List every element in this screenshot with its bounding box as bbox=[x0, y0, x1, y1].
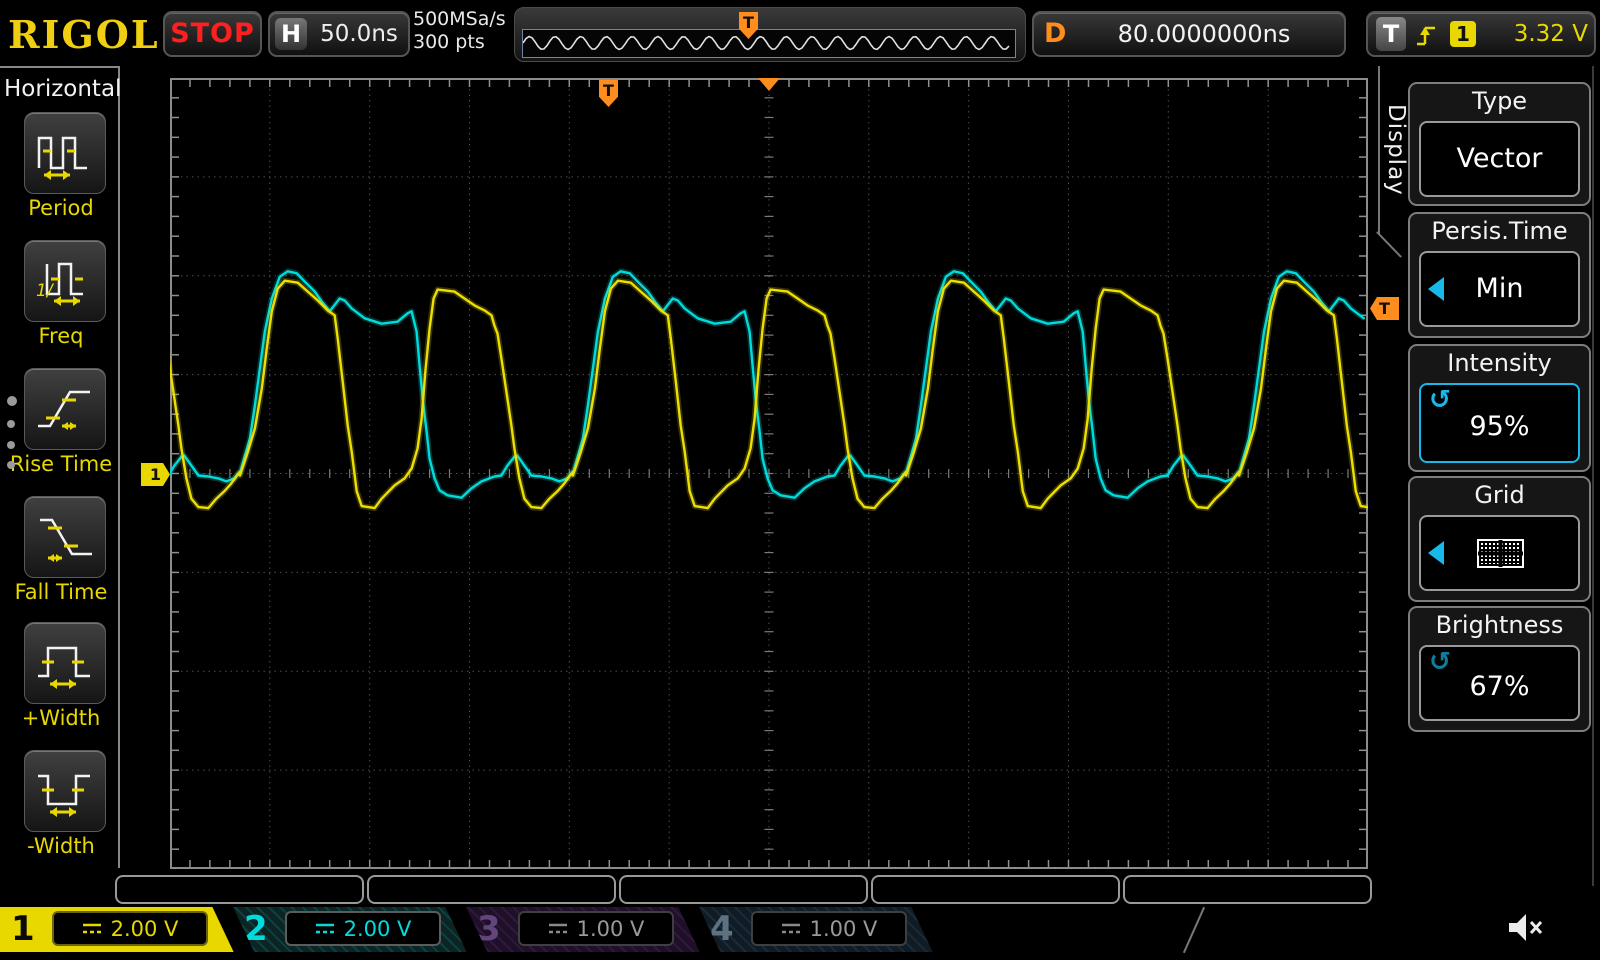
rigol-logo: RIGOL bbox=[8, 12, 160, 57]
channel1-status[interactable]: 1 2.00 V bbox=[0, 907, 236, 952]
menu-divider bbox=[1378, 66, 1380, 234]
trigger-level-marker[interactable]: T bbox=[1370, 297, 1399, 320]
delay-d-icon: D bbox=[1044, 13, 1066, 55]
trigger-level-value: 3.32 V bbox=[1480, 13, 1588, 55]
freq-button[interactable]: 1/ bbox=[24, 240, 106, 322]
menu-label-brightness: Brightness bbox=[1410, 611, 1589, 639]
channel3-number: 3 bbox=[477, 909, 501, 949]
freq-icon: 1/ bbox=[34, 252, 96, 310]
trigger-t-icon: T bbox=[1376, 17, 1406, 51]
speaker-muted-icon[interactable] bbox=[1506, 911, 1548, 945]
menu-value-type: Vector bbox=[1421, 123, 1578, 195]
menu-label-grid: Grid bbox=[1410, 481, 1589, 509]
channel2-status[interactable]: 2 2.00 V bbox=[233, 907, 469, 952]
acquisition-info: 500MSa/s 300 pts bbox=[413, 8, 506, 54]
toolbar-top-divider bbox=[0, 66, 120, 68]
horizontal-h-icon: H bbox=[275, 18, 307, 50]
plus-width-button[interactable] bbox=[24, 622, 106, 704]
measurement-freq-ch1[interactable]: Freq=12.0MHz bbox=[1123, 875, 1372, 904]
waveform-display[interactable] bbox=[170, 78, 1368, 869]
rising-edge-icon bbox=[1414, 20, 1440, 48]
minus-width-icon bbox=[34, 762, 96, 820]
timebase-value: 50.0ns bbox=[314, 13, 404, 55]
period-icon bbox=[34, 124, 96, 182]
measurement-freq-ch2[interactable]: Freq=5.99MHz bbox=[871, 875, 1120, 904]
delay-value: 80.0000000ns bbox=[1074, 13, 1334, 55]
freq-label: Freq bbox=[0, 324, 122, 348]
run-state-button[interactable]: STOP bbox=[163, 11, 262, 57]
period-button[interactable] bbox=[24, 112, 106, 194]
menu-label-persistime: Persis.Time bbox=[1410, 217, 1589, 245]
menu-label-type: Type bbox=[1410, 87, 1589, 115]
menu-group-brightness[interactable]: Brightness ↺ 67% bbox=[1408, 606, 1591, 732]
channel1-scale: 2.00 V bbox=[111, 917, 179, 941]
panel-dot bbox=[7, 420, 15, 428]
waveform-preview[interactable] bbox=[522, 29, 1016, 58]
sample-rate: 500MSa/s bbox=[413, 8, 506, 31]
menu-group-persistime[interactable]: Persis.Time Min bbox=[1408, 212, 1591, 338]
menu-group-intensity[interactable]: Intensity ↺ 95% bbox=[1408, 344, 1591, 472]
menu-value-brightness: 67% bbox=[1421, 647, 1578, 719]
memory-depth: 300 pts bbox=[413, 31, 506, 54]
measurement-min-ch1[interactable]: Min=-720mV bbox=[115, 875, 364, 904]
channel2-number: 2 bbox=[244, 909, 268, 949]
channel3-scale: 1.00 V bbox=[577, 917, 645, 941]
minus-width-label: -Width bbox=[0, 834, 122, 858]
panel-dot bbox=[7, 461, 15, 469]
measurement-min-ch2[interactable]: Min=-480mV bbox=[367, 875, 616, 904]
menu-value-intensity: 95% bbox=[1421, 385, 1578, 461]
channel-status-bar: 1 2.00 V 2 2.00 V 3 1.00 V 4 1.00 V bbox=[0, 907, 1600, 952]
coupling-icon bbox=[82, 922, 102, 936]
fall-time-button[interactable] bbox=[24, 496, 106, 578]
measurement-period-ch2[interactable]: Period=167.0ns bbox=[619, 875, 868, 904]
toolbar-title: Horizontal bbox=[4, 76, 121, 102]
fall-time-label: Fall Time bbox=[0, 580, 122, 604]
plus-width-icon bbox=[34, 634, 96, 692]
trigger-box[interactable]: T 1 3.32 V bbox=[1366, 11, 1596, 57]
panel-dot bbox=[7, 441, 15, 449]
timebase-box[interactable]: H 50.0ns bbox=[268, 11, 410, 57]
rise-time-icon bbox=[34, 380, 96, 438]
coupling-icon bbox=[781, 922, 801, 936]
period-label: Period bbox=[0, 196, 122, 220]
preview-sine-icon bbox=[523, 30, 1013, 55]
rise-time-label: Rise Time bbox=[0, 452, 122, 476]
menu-value-persistime: Min bbox=[1421, 253, 1578, 325]
plus-width-label: +Width bbox=[0, 706, 122, 730]
horizontal-center-marker bbox=[758, 78, 780, 91]
delay-box[interactable]: D 80.0000000ns bbox=[1032, 11, 1346, 57]
menu-tab-display[interactable]: Display bbox=[1383, 104, 1409, 196]
coupling-icon bbox=[315, 922, 335, 936]
channel1-level-marker[interactable]: 1 bbox=[141, 463, 170, 486]
screen-right-edge bbox=[1592, 66, 1594, 886]
channel4-status[interactable]: 4 1.00 V bbox=[699, 907, 935, 952]
menu-tab-notch bbox=[1376, 231, 1402, 258]
trigger-source-badge: 1 bbox=[1450, 21, 1476, 47]
channel4-scale: 1.00 V bbox=[810, 917, 878, 941]
menu-label-intensity: Intensity bbox=[1410, 349, 1589, 377]
channel3-status[interactable]: 3 1.00 V bbox=[466, 907, 702, 952]
channel4-number: 4 bbox=[710, 909, 734, 949]
channel1-number: 1 bbox=[11, 909, 35, 949]
coupling-icon bbox=[548, 922, 568, 936]
channel2-scale: 2.00 V bbox=[344, 917, 412, 941]
panel-dot bbox=[7, 396, 17, 406]
menu-value-grid bbox=[1421, 517, 1578, 589]
svg-text:1/: 1/ bbox=[36, 281, 55, 301]
rise-time-button[interactable] bbox=[24, 368, 106, 450]
menu-group-type[interactable]: Type Vector bbox=[1408, 82, 1591, 206]
fall-time-icon bbox=[34, 508, 96, 566]
minus-width-button[interactable] bbox=[24, 750, 106, 832]
menu-group-grid[interactable]: Grid bbox=[1408, 476, 1591, 602]
